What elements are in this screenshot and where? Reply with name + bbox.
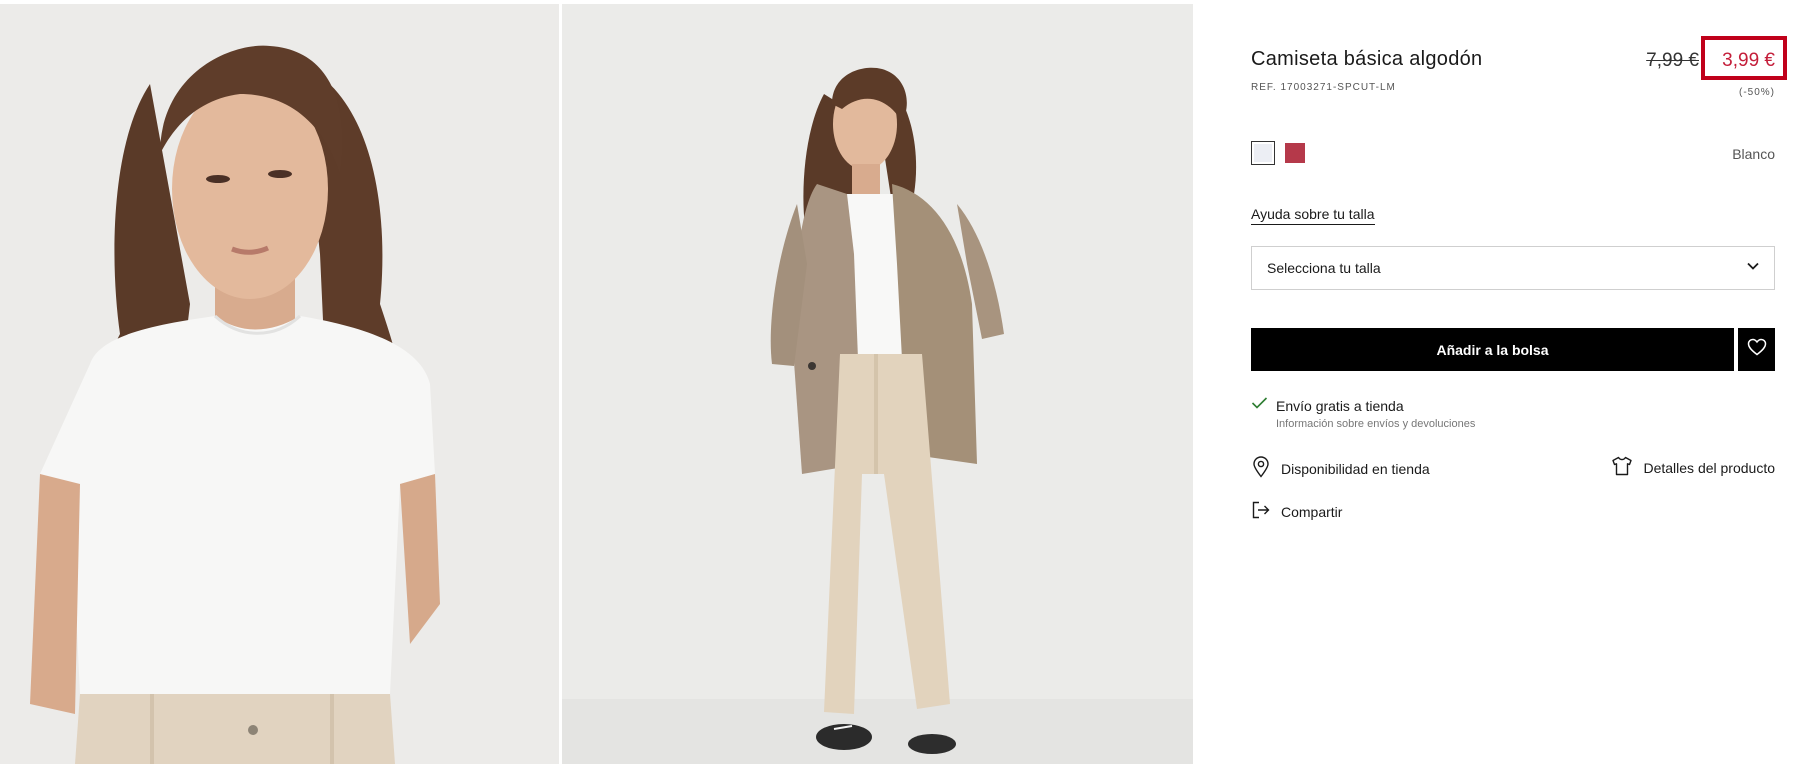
color-swatch-white[interactable] xyxy=(1251,141,1275,165)
discount-badge: (-50%) xyxy=(1738,87,1775,98)
product-photo-fullbody[interactable] xyxy=(562,4,1193,764)
share-label: Compartir xyxy=(1281,503,1343,520)
size-select-dropdown[interactable]: Selecciona tu talla xyxy=(1251,246,1775,290)
add-to-bag-button[interactable]: Añadir a la bolsa xyxy=(1251,328,1734,371)
product-info-panel: Camiseta básica algodón REF. 17003271-SP… xyxy=(1251,0,1787,764)
selected-color-name: Blanco xyxy=(1732,146,1775,162)
model-fullbody-image xyxy=(562,4,1193,764)
shipping-info: Envío gratis a tienda Información sobre … xyxy=(1251,396,1475,430)
share-icon xyxy=(1251,500,1271,523)
swatch-white-fill xyxy=(1254,144,1272,162)
heart-icon xyxy=(1747,338,1767,361)
product-reference: REF. 17003271-SPCUT-LM xyxy=(1251,82,1396,93)
free-shipping-text: Envío gratis a tienda xyxy=(1276,397,1404,414)
product-details-label: Detalles del producto xyxy=(1643,459,1775,476)
tshirt-icon xyxy=(1611,456,1633,479)
share-link[interactable]: Compartir xyxy=(1251,500,1342,523)
product-photo-closeup[interactable] xyxy=(0,4,559,764)
chevron-down-icon xyxy=(1746,259,1760,278)
store-availability-link[interactable]: Disponibilidad en tienda xyxy=(1251,456,1430,481)
color-swatches xyxy=(1251,141,1305,165)
product-title: Camiseta básica algodón xyxy=(1251,48,1483,70)
color-swatch-red[interactable] xyxy=(1285,143,1305,163)
sale-price: 3,99 € xyxy=(1722,50,1775,71)
original-price: 7,99 € xyxy=(1646,50,1699,71)
favorite-button[interactable] xyxy=(1738,328,1775,371)
add-to-bag-row: Añadir a la bolsa xyxy=(1251,328,1775,371)
location-pin-icon xyxy=(1251,456,1271,481)
product-details-link[interactable]: Detalles del producto xyxy=(1611,456,1775,479)
size-help-link[interactable]: Ayuda sobre tu talla xyxy=(1251,206,1375,225)
shipping-returns-link[interactable]: Información sobre envíos y devoluciones xyxy=(1276,418,1475,430)
product-gallery xyxy=(0,4,1193,764)
size-select-label: Selecciona tu talla xyxy=(1267,260,1381,276)
store-availability-label: Disponibilidad en tienda xyxy=(1281,460,1430,477)
model-closeup-image xyxy=(0,4,559,764)
check-icon xyxy=(1251,396,1268,415)
